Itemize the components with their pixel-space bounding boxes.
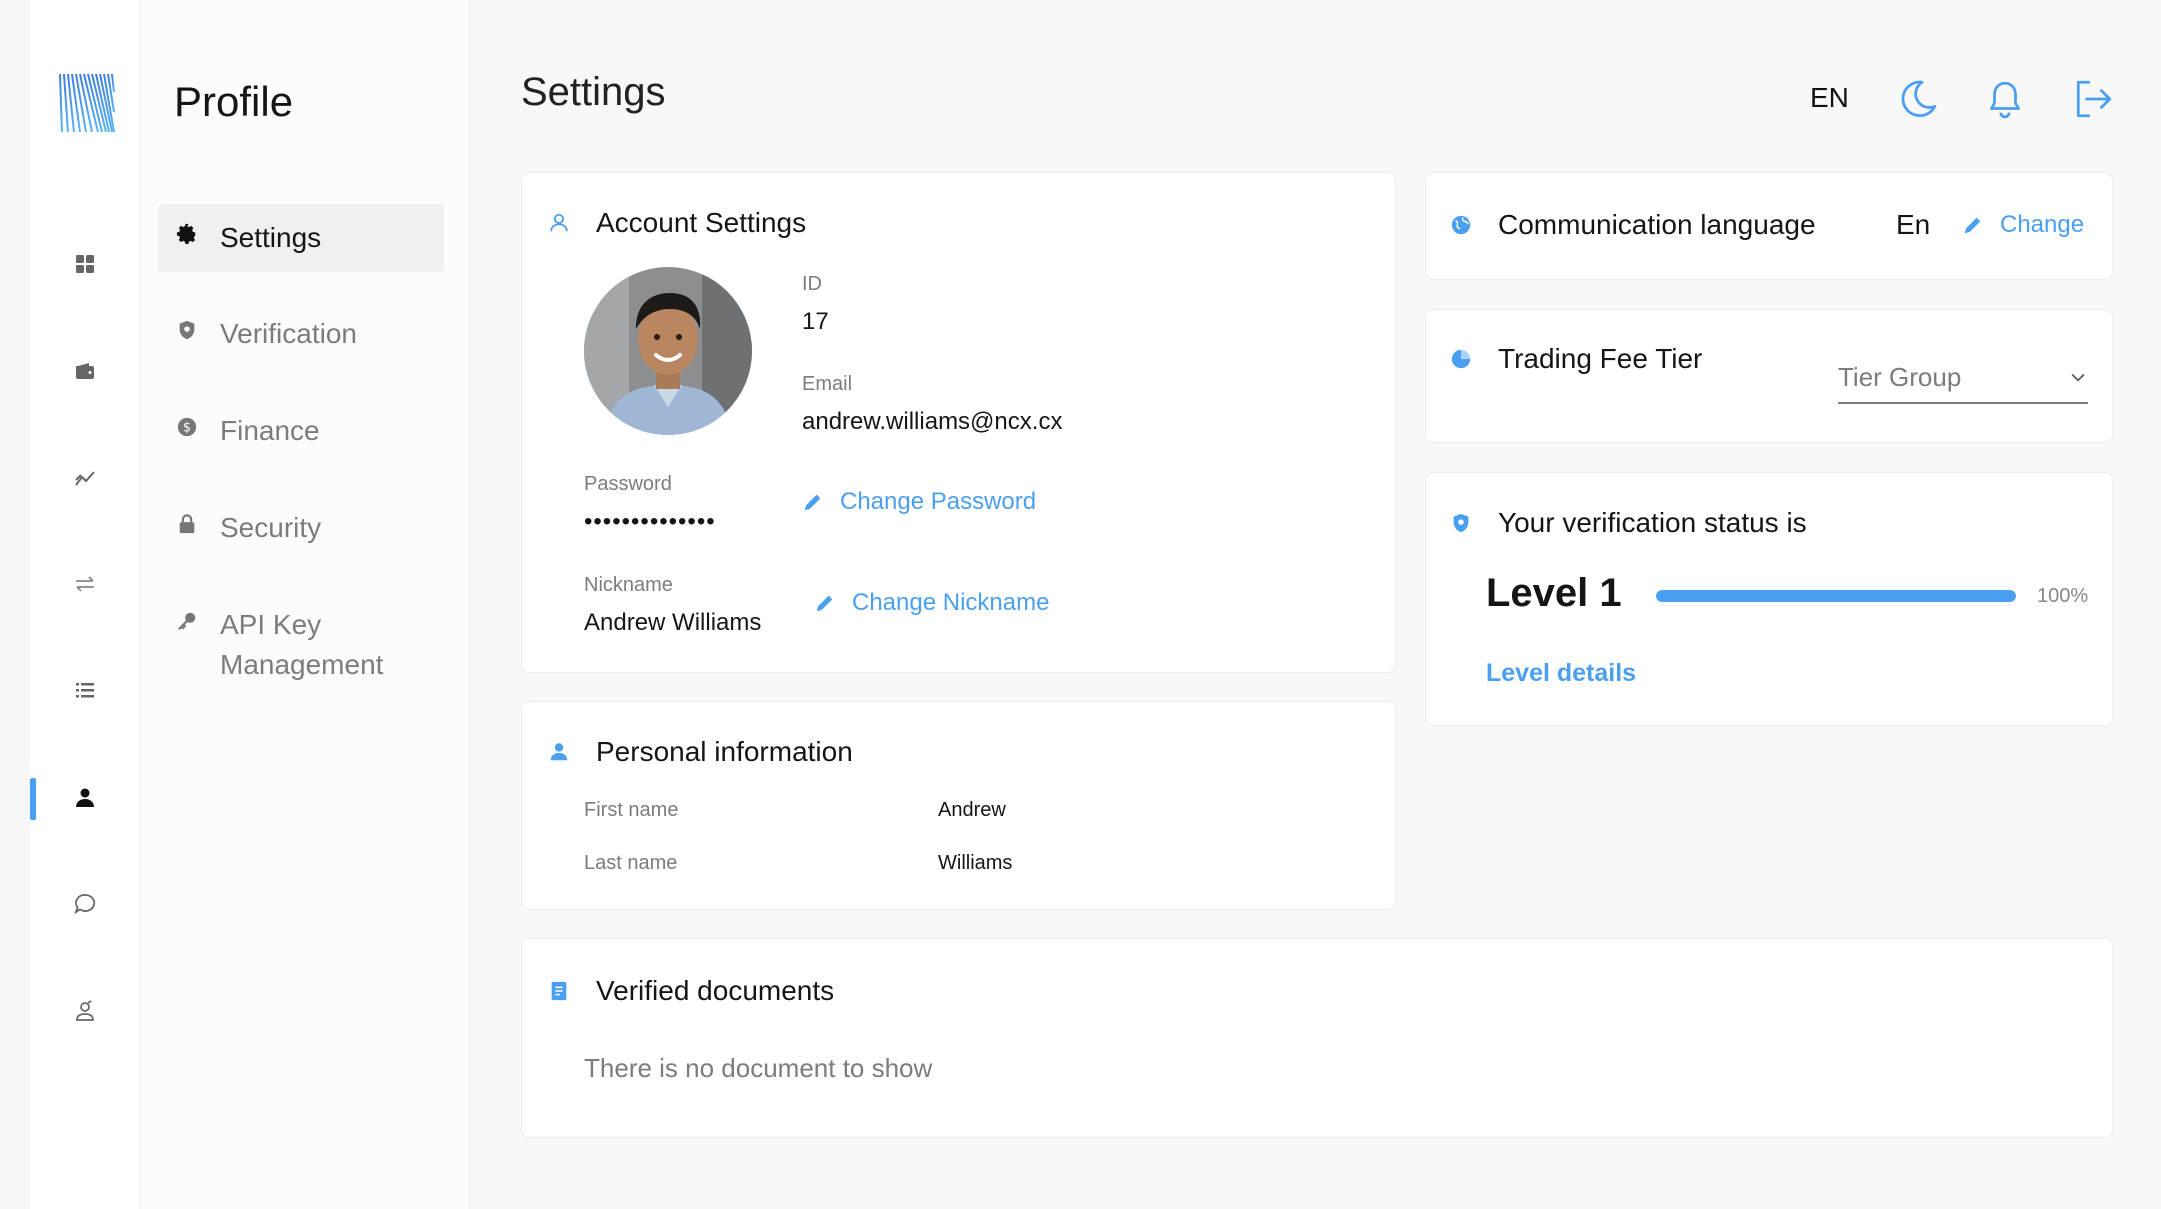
shield-icon <box>1453 513 1469 533</box>
progress-percent: 100% <box>2037 585 2089 607</box>
sidebar-item-api-key-management[interactable]: API Key Management <box>158 591 444 699</box>
active-indicator <box>30 778 36 820</box>
verified-documents-header: Verified documents <box>548 975 834 1007</box>
link-label: Level details <box>1486 659 1637 687</box>
verification-status-card: Your verification status is Level 1 100%… <box>1425 472 2113 726</box>
chart-trend-icon[interactable] <box>72 465 98 491</box>
change-password-link[interactable]: Change Password <box>802 488 1036 516</box>
link-label: Change <box>2000 211 2085 238</box>
change-nickname-link[interactable]: Change Nickname <box>814 589 1049 617</box>
card-title: Personal information <box>596 736 853 767</box>
page-title: Settings <box>521 70 666 114</box>
sidebar-item-settings[interactable]: Settings <box>158 204 444 272</box>
nickname-label: Nickname <box>584 574 673 596</box>
document-icon <box>551 981 567 1001</box>
email-label: Email <box>802 373 853 395</box>
personal-information-card: Personal information First name Andrew L… <box>521 701 1396 910</box>
verification-progress-fill <box>1656 590 2016 602</box>
chat-bubble-icon[interactable] <box>72 891 98 917</box>
id-value: 17 <box>802 308 829 335</box>
sidebar-item-verification[interactable]: Verification <box>158 300 444 368</box>
user-outline-icon <box>550 213 568 232</box>
section-title: Profile <box>174 78 294 125</box>
bell-icon[interactable] <box>1984 78 2026 120</box>
link-label: Change Password <box>840 488 1037 515</box>
rail-edge <box>0 0 30 1209</box>
card-title: Verified documents <box>596 975 835 1006</box>
logout-icon[interactable] <box>2072 78 2114 120</box>
tier-group-select[interactable]: Tier Group <box>1838 352 2088 404</box>
dashboard-grid-icon[interactable] <box>72 251 98 277</box>
verified-documents-card: Verified documents There is no document … <box>521 938 2113 1138</box>
trading-fee-tier-header: Trading Fee Tier <box>1450 343 1702 375</box>
id-label: ID <box>802 273 822 295</box>
chevron-down-icon <box>2071 373 2085 382</box>
shield-icon <box>179 320 195 340</box>
moon-icon[interactable] <box>1897 78 1939 120</box>
icon-rail <box>0 0 140 1209</box>
personal-information-header: Personal information <box>548 736 853 768</box>
globe-icon <box>1451 215 1471 235</box>
pencil-icon <box>1964 217 1981 234</box>
empty-state-text: There is no document to show <box>584 1053 933 1083</box>
card-title: Trading Fee Tier <box>1498 343 1703 374</box>
pencil-icon <box>816 595 833 612</box>
nickname-value: Andrew Williams <box>584 609 762 636</box>
card-title: Your verification status is <box>1498 507 1807 538</box>
sidebar-item-label: Security <box>220 512 322 543</box>
wallet-icon[interactable] <box>72 358 98 384</box>
referral-users-icon[interactable] <box>72 998 98 1024</box>
swap-arrows-icon[interactable] <box>72 571 98 597</box>
communication-language-value: En <box>1896 209 1931 240</box>
pencil-icon <box>804 494 821 511</box>
email-value: andrew.williams@ncx.cx <box>802 408 1063 435</box>
verification-status-header: Your verification status is <box>1450 507 1807 539</box>
account-settings-card: Account Settings ID 17 Email andrew.will… <box>521 172 1396 673</box>
card-title: Communication language <box>1498 209 1816 240</box>
avatar[interactable] <box>584 267 752 435</box>
password-value: •••••••••••••• <box>584 508 716 535</box>
last-name-label: Last name <box>584 852 678 874</box>
communication-language-header: Communication language <box>1450 209 1816 241</box>
password-label: Password <box>584 473 672 495</box>
list-icon[interactable] <box>72 677 98 703</box>
sidebar-item-label: Finance <box>220 415 320 446</box>
svg-text:$: $ <box>183 421 191 436</box>
user-icon[interactable] <box>72 785 98 811</box>
language-selector[interactable]: EN <box>1810 82 1849 114</box>
last-name-value: Williams <box>938 852 1013 874</box>
link-label: Change Nickname <box>852 589 1050 616</box>
profile-sidebar: Profile Settings Verification $ Finance … <box>140 0 470 1209</box>
sidebar-item-label: Settings <box>220 222 322 253</box>
first-name-label: First name <box>584 799 679 821</box>
sidebar-item-label: API Key Management <box>220 609 384 680</box>
key-icon <box>177 612 196 631</box>
card-title: Account Settings <box>596 207 807 238</box>
user-icon <box>550 743 568 761</box>
account-settings-header: Account Settings <box>548 207 806 239</box>
level-details-link[interactable]: Level details <box>1486 659 1636 688</box>
gear-icon <box>176 223 196 244</box>
verification-progress-bar <box>1656 590 2016 602</box>
sidebar-item-label: Verification <box>220 318 357 349</box>
sidebar-item-security[interactable]: Security <box>158 494 444 562</box>
change-language-link[interactable]: Change <box>1962 211 2084 239</box>
select-value: Tier Group <box>1838 361 1962 392</box>
trading-fee-tier-card: Trading Fee Tier Tier Group <box>1425 309 2113 443</box>
sidebar-item-finance[interactable]: $ Finance <box>158 397 444 465</box>
brand-logo[interactable] <box>54 72 116 134</box>
lock-icon <box>179 514 195 534</box>
communication-language-card: Communication language En Change <box>1425 172 2113 280</box>
pie-chart-icon <box>1451 349 1471 369</box>
verification-level: Level 1 <box>1486 571 1622 615</box>
dollar-coin-icon: $ <box>177 417 197 437</box>
first-name-value: Andrew <box>938 799 1006 821</box>
